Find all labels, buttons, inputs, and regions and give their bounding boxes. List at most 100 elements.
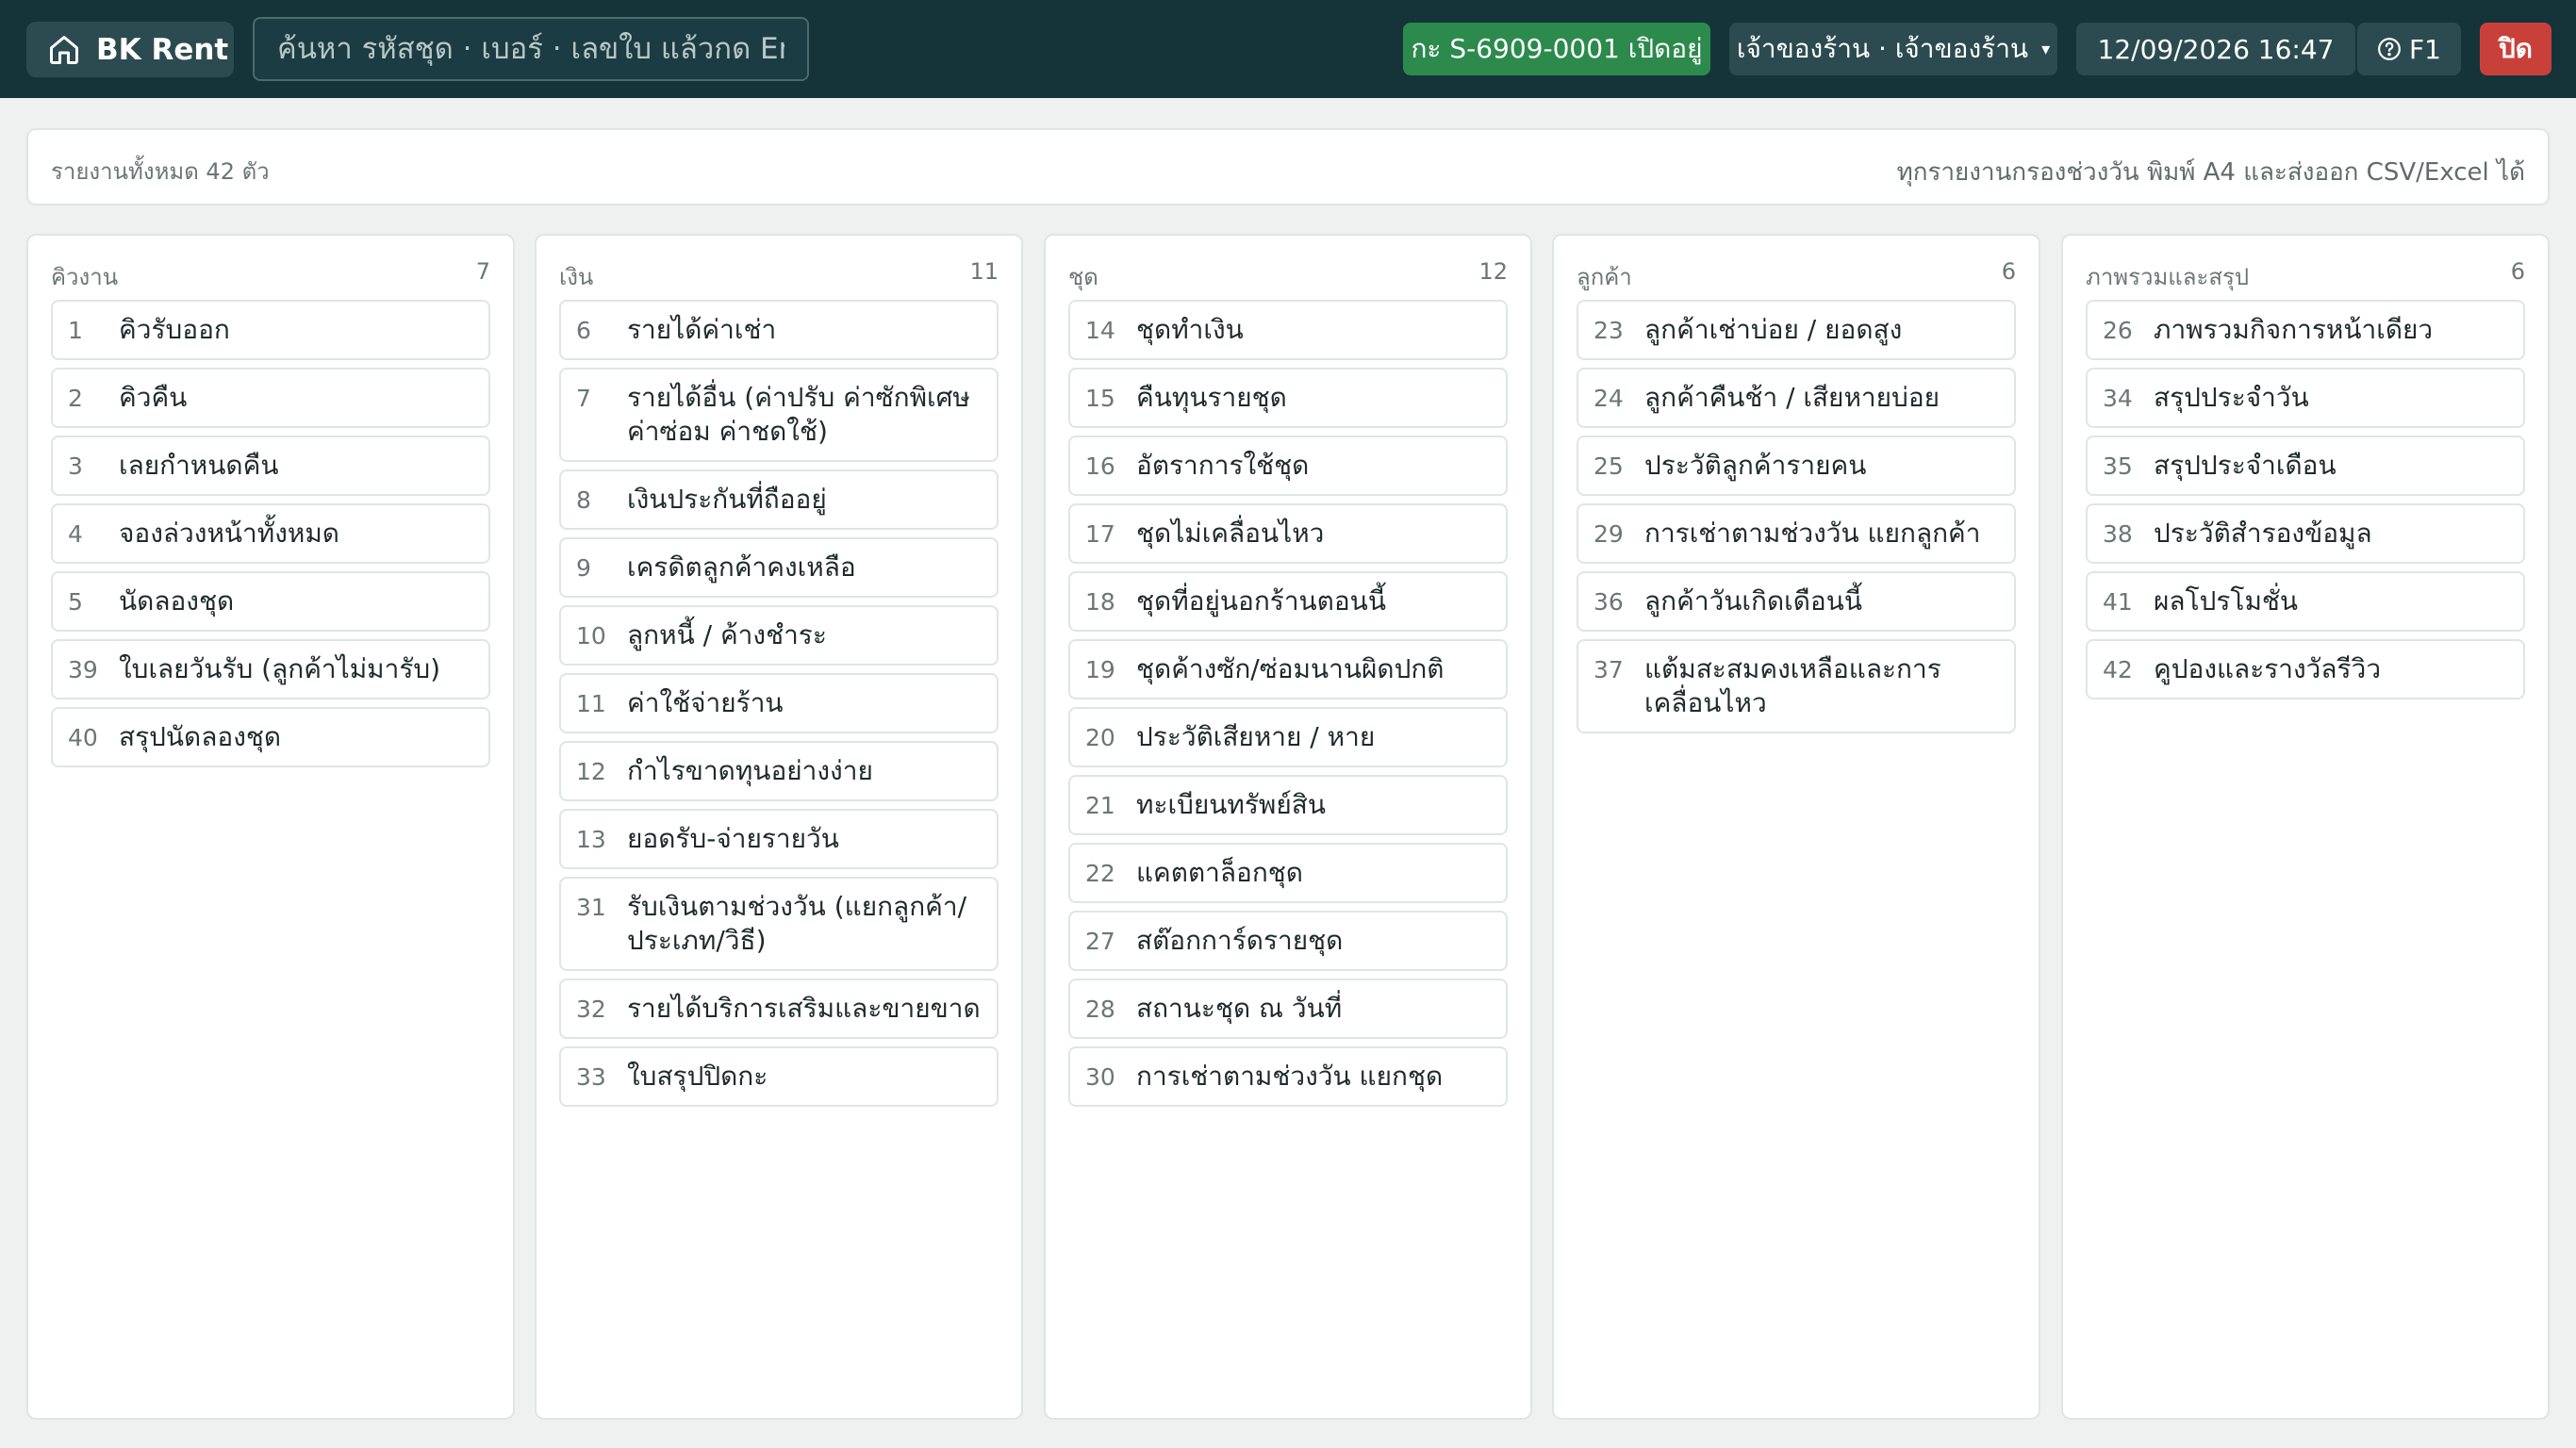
report-item[interactable]: 28 สถานะชุด ณ วันที่ <box>1068 979 1508 1039</box>
report-item[interactable]: 18 ชุดที่อยู่นอกร้านตอนนี้ <box>1068 571 1508 632</box>
report-number: 35 <box>2103 452 2133 480</box>
report-name: รายได้ค่าเช่า <box>627 314 777 345</box>
report-item[interactable]: 1 คิวรับออก <box>51 300 490 360</box>
report-name: สถานะชุด ณ วันที่ <box>1136 993 1343 1024</box>
report-name: เงินประกันที่ถืออยู่ <box>627 484 827 515</box>
report-name: คืนทุนรายชุด <box>1136 382 1287 413</box>
report-number: 36 <box>1593 588 1624 616</box>
report-item[interactable]: 41 ผลโปรโมชั่น <box>2086 571 2525 632</box>
report-number: 8 <box>576 486 591 514</box>
report-item[interactable]: 12 กำไรขาดทุนอย่างง่าย <box>559 741 999 801</box>
report-name: แต้มสะสมคงเหลือและการเคลื่อนไหว <box>1644 653 1941 718</box>
user-menu-button[interactable]: เจ้าของร้าน · เจ้าของร้าน ▾ <box>1729 23 2057 75</box>
report-item[interactable]: 2 คิวคืน <box>51 368 490 428</box>
column-count: 11 <box>969 258 999 285</box>
report-item[interactable]: 30 การเช่าตามช่วงวัน แยกชุด <box>1068 1046 1508 1107</box>
report-number: 16 <box>1085 452 1115 480</box>
report-item[interactable]: 31 รับเงินตามช่วงวัน (แยกลูกค้า/ประเภท/วิ… <box>559 877 999 971</box>
report-name: คิวรับออก <box>119 314 230 345</box>
report-name: กำไรขาดทุนอย่างง่าย <box>627 755 873 786</box>
report-number: 18 <box>1085 588 1115 616</box>
report-item[interactable]: 36 ลูกค้าวันเกิดเดือนนี้ <box>1577 571 2016 632</box>
report-item[interactable]: 9 เครดิตลูกค้าคงเหลือ <box>559 537 999 598</box>
brand-name: BK Rent <box>96 32 229 67</box>
report-name: ลูกค้าเช่าบ่อย / ยอดสูง <box>1644 314 1903 345</box>
column-title: ชุด <box>1068 264 1098 290</box>
home-button[interactable]: BK Rent <box>26 22 234 77</box>
report-name: การเช่าตามช่วงวัน แยกลูกค้า <box>1644 518 1981 549</box>
report-column: ลูกค้า 6 23 ลูกค้าเช่าบ่อย / ยอดสูง 24 ลูกค้า… <box>1552 234 2040 1420</box>
report-item[interactable]: 4 จองล่วงหน้าทั้งหมด <box>51 503 490 564</box>
report-info-strip: รายงานทั้งหมด 42 ตัว ทุกรายงานกรองช่วงวั… <box>26 128 2550 206</box>
report-item[interactable]: 23 ลูกค้าเช่าบ่อย / ยอดสูง <box>1577 300 2016 360</box>
report-name: รับเงินตามช่วงวัน (แยกลูกค้า/ประเภท/วิธี… <box>627 891 967 956</box>
report-item[interactable]: 14 ชุดทำเงิน <box>1068 300 1508 360</box>
report-number: 13 <box>576 826 606 853</box>
report-item[interactable]: 26 ภาพรวมกิจการหน้าเดียว <box>2086 300 2525 360</box>
report-number: 1 <box>68 317 83 344</box>
report-name: ลูกหนี้ / ค้างชำระ <box>627 619 827 650</box>
user-label: เจ้าของร้าน · เจ้าของร้าน <box>1736 33 2029 64</box>
report-item[interactable]: 17 ชุดไม่เคลื่อนไหว <box>1068 503 1508 564</box>
report-item[interactable]: 5 นัดลองชุด <box>51 571 490 632</box>
column-header: ลูกค้า 6 <box>1577 258 2016 292</box>
column-count: 12 <box>1478 258 1508 285</box>
column-title: ภาพรวมและสรุป <box>2086 264 2250 290</box>
report-number: 14 <box>1085 317 1115 344</box>
report-item[interactable]: 19 ชุดค้างซัก/ซ่อมนานผิดปกติ <box>1068 639 1508 699</box>
report-name: ใบสรุปปิดกะ <box>627 1061 768 1092</box>
report-name: ประวัติสำรองข้อมูล <box>2154 518 2372 549</box>
report-item[interactable]: 24 ลูกค้าคืนช้า / เสียหายบ่อย <box>1577 368 2016 428</box>
report-item[interactable]: 25 ประวัติลูกค้ารายคน <box>1577 436 2016 496</box>
report-item[interactable]: 39 ใบเลยวันรับ (ลูกค้าไม่มารับ) <box>51 639 490 699</box>
report-item[interactable]: 11 ค่าใช้จ่ายร้าน <box>559 673 999 733</box>
report-item[interactable]: 22 แคตตาล็อกชุด <box>1068 843 1508 903</box>
report-item[interactable]: 3 เลยกำหนดคืน <box>51 436 490 496</box>
report-number: 15 <box>1085 385 1115 412</box>
report-name: ลูกค้าคืนช้า / เสียหายบ่อย <box>1644 382 1940 413</box>
report-column: ภาพรวมและสรุป 6 26 ภาพรวมกิจการหน้าเดียว 34 ส… <box>2061 234 2550 1420</box>
report-item[interactable]: 21 ทะเบียนทรัพย์สิน <box>1068 775 1508 835</box>
report-item[interactable]: 34 สรุปประจำวัน <box>2086 368 2525 428</box>
report-item[interactable]: 7 รายได้อื่น (ค่าปรับ ค่าซักพิเศษ ค่าซ่อม… <box>559 368 999 462</box>
report-name: ภาพรวมกิจการหน้าเดียว <box>2154 314 2434 345</box>
report-name: สรุปประจำเดือน <box>2154 450 2337 481</box>
report-item[interactable]: 37 แต้มสะสมคงเหลือและการเคลื่อนไหว <box>1577 639 2016 733</box>
report-number: 19 <box>1085 656 1115 683</box>
help-button[interactable]: F1 <box>2357 23 2461 75</box>
report-number: 20 <box>1085 724 1115 751</box>
report-name: ชุดที่อยู่นอกร้านตอนนี้ <box>1136 585 1386 617</box>
column-title: คิวงาน <box>51 264 119 290</box>
report-item[interactable]: 32 รายได้บริการเสริมและขายขาด <box>559 979 999 1039</box>
report-item[interactable]: 20 ประวัติเสียหาย / หาย <box>1068 707 1508 767</box>
report-number: 40 <box>68 724 98 751</box>
report-item[interactable]: 13 ยอดรับ-จ่ายรายวัน <box>559 809 999 869</box>
report-name: ลูกค้าวันเกิดเดือนนี้ <box>1644 585 1862 617</box>
report-name: ประวัติลูกค้ารายคน <box>1644 450 1867 481</box>
report-item[interactable]: 33 ใบสรุปปิดกะ <box>559 1046 999 1107</box>
report-number: 41 <box>2103 588 2133 616</box>
report-item[interactable]: 38 ประวัติสำรองข้อมูล <box>2086 503 2525 564</box>
report-column: ชุด 12 14 ชุดทำเงิน 15 คืนทุนรายชุด 16 อัตราการ… <box>1044 234 1532 1420</box>
shift-status-badge[interactable]: กะ S-6909-0001 เปิดอยู่ <box>1403 23 1710 75</box>
current-datetime: 12/09/2026 16:47 <box>2076 23 2355 75</box>
report-name: เครดิตลูกค้าคงเหลือ <box>627 551 856 583</box>
report-item[interactable]: 15 คืนทุนรายชุด <box>1068 368 1508 428</box>
report-item[interactable]: 35 สรุปประจำเดือน <box>2086 436 2525 496</box>
report-item[interactable]: 10 ลูกหนี้ / ค้างชำระ <box>559 605 999 666</box>
report-name: นัดลองชุด <box>119 585 235 617</box>
report-item[interactable]: 29 การเช่าตามช่วงวัน แยกลูกค้า <box>1577 503 2016 564</box>
search-input[interactable] <box>253 17 809 81</box>
report-item[interactable]: 27 สต๊อกการ์ดรายชุด <box>1068 911 1508 971</box>
report-item[interactable]: 6 รายได้ค่าเช่า <box>559 300 999 360</box>
report-number: 17 <box>1085 520 1115 548</box>
report-item[interactable]: 40 สรุปนัดลองชุด <box>51 707 490 767</box>
close-button[interactable]: ปิด <box>2480 23 2551 75</box>
report-number: 4 <box>68 520 83 548</box>
report-number: 10 <box>576 622 606 650</box>
column-header: ภาพรวมและสรุป 6 <box>2086 258 2525 292</box>
report-item[interactable]: 42 คูปองและรางวัลรีวิว <box>2086 639 2525 699</box>
report-item[interactable]: 8 เงินประกันที่ถืออยู่ <box>559 469 999 530</box>
report-item[interactable]: 16 อัตราการใช้ชุด <box>1068 436 1508 496</box>
column-count: 6 <box>2001 258 2016 285</box>
